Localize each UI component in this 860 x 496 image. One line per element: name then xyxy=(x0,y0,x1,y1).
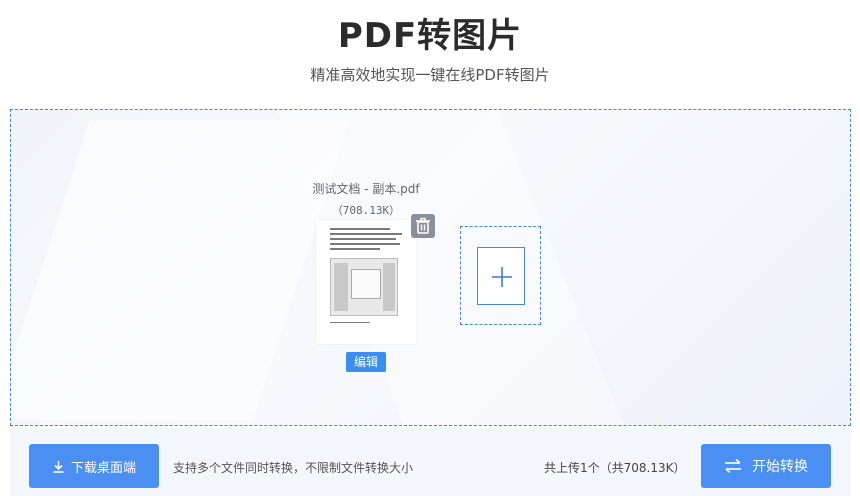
add-file-button[interactable] xyxy=(460,226,541,325)
thumbnail-text-line xyxy=(330,248,380,250)
file-name: 测试文档 - 副本.pdf xyxy=(312,182,420,196)
thumbnail-panel xyxy=(383,263,395,311)
page-title: PDF转图片 xyxy=(337,16,523,56)
edit-button[interactable]: 编辑 xyxy=(346,352,386,372)
upload-count: 共上传1个（共708.13K） xyxy=(544,461,686,475)
download-desktop-button[interactable]: 下载桌面端 xyxy=(29,444,159,488)
plus-icon xyxy=(492,267,512,287)
thumbnail-text-line xyxy=(330,228,390,230)
thumbnail-text-line xyxy=(330,322,370,323)
file-thumbnail[interactable] xyxy=(316,220,416,344)
thumbnail-panel xyxy=(334,263,348,311)
thumbnail-text-line xyxy=(330,238,396,240)
action-bar: 下载桌面端 支持多个文件同时转换，不限制文件转换大小 共上传1个（共708.13… xyxy=(10,428,851,496)
download-icon xyxy=(53,460,64,473)
page-subtitle: 精准高效地实现一键在线PDF转图片 xyxy=(310,66,550,84)
thumbnail-text-line xyxy=(330,243,400,245)
upload-dropzone[interactable]: 测试文档 - 副本.pdf （708.13K） 编辑 xyxy=(10,109,851,426)
thumbnail-dialog xyxy=(351,269,381,299)
swap-arrows-icon xyxy=(725,458,741,474)
download-desktop-label: 下载桌面端 xyxy=(70,460,136,476)
trash-icon[interactable] xyxy=(411,214,435,238)
thumbnail-text-line xyxy=(330,233,402,235)
thumbnail-screenshot xyxy=(330,258,398,316)
support-text: 支持多个文件同时转换，不限制文件转换大小 xyxy=(173,461,414,475)
add-file-inner[interactable] xyxy=(477,247,525,305)
start-convert-button[interactable]: 开始转换 xyxy=(701,444,831,488)
pdf-to-image-page: PDF转图片 精准高效地实现一键在线PDF转图片 测试文档 - 副本.pdf （… xyxy=(0,0,860,496)
start-convert-label: 开始转换 xyxy=(752,459,808,475)
